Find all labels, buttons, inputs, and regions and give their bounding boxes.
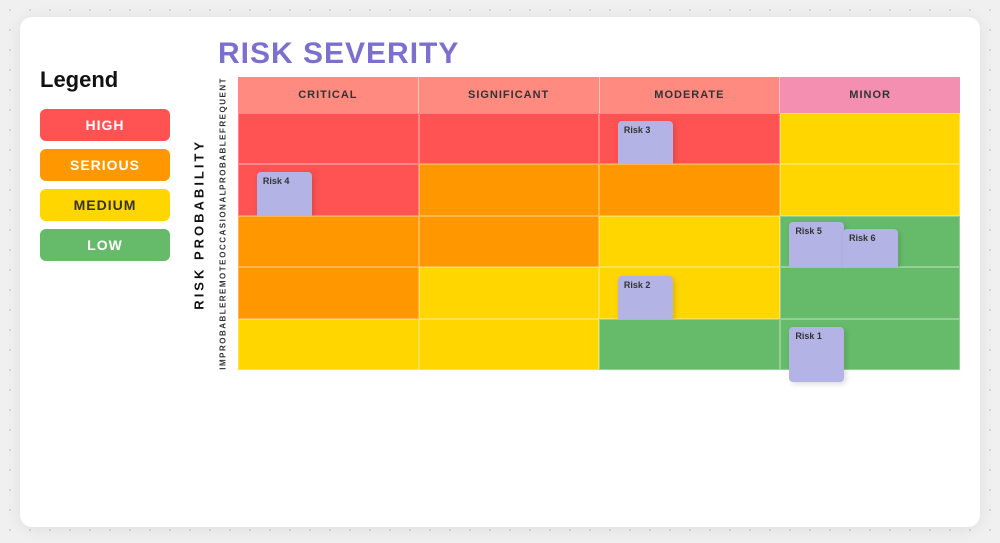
header-minor: MINOR (779, 77, 960, 113)
cell-remote-significant (419, 267, 600, 319)
matrix-title: RISK SEVERITY (190, 37, 960, 71)
header-significant: SIGNIFICANT (418, 77, 599, 113)
y-label-frequent: FREQUENT (208, 77, 238, 133)
y-row-labels: FREQUENT PROBABLE OCCASIONAL REMOTE IMPR… (208, 77, 238, 371)
legend-medium: MEDIUM (40, 189, 170, 221)
cell-remote-critical (238, 267, 419, 319)
grid-row-probable: Risk 4 (238, 164, 960, 216)
risk-card-1[interactable]: Risk 1 (789, 327, 844, 382)
cell-probable-moderate (599, 164, 780, 216)
cell-occasional-moderate (599, 216, 780, 268)
cell-remote-moderate: Risk 2 (599, 267, 780, 319)
grid-container: CRITICAL SIGNIFICANT MODERATE MINOR Risk… (238, 77, 960, 371)
y-label-improbable: IMPROBABLE (208, 301, 238, 370)
legend-high: HIGH (40, 109, 170, 141)
cell-frequent-minor (780, 113, 961, 165)
grid-rows: Risk 3 Risk 4 (238, 113, 960, 371)
cell-probable-critical: Risk 4 (238, 164, 419, 216)
cell-improbable-moderate (599, 319, 780, 371)
legend-serious: SERIOUS (40, 149, 170, 181)
cell-frequent-significant (419, 113, 600, 165)
grid-row-occasional: Risk 5 Risk 6 (238, 216, 960, 268)
cell-frequent-moderate: Risk 3 (599, 113, 780, 165)
cell-occasional-critical (238, 216, 419, 268)
cell-improbable-critical (238, 319, 419, 371)
cell-improbable-minor: Risk 1 (780, 319, 961, 371)
y-axis-main-label: RISK PROBABILITY (190, 77, 208, 371)
header-row: CRITICAL SIGNIFICANT MODERATE MINOR (238, 77, 960, 113)
legend-panel: Legend HIGH SERIOUS MEDIUM LOW (40, 37, 170, 261)
cell-occasional-significant (419, 216, 600, 268)
main-container: Legend HIGH SERIOUS MEDIUM LOW RISK SEVE… (20, 17, 980, 527)
cell-remote-minor (780, 267, 961, 319)
y-label-probable: PROBABLE (208, 133, 238, 190)
matrix-wrapper: RISK SEVERITY RISK PROBABILITY FREQUENT … (190, 37, 960, 371)
grid-row-improbable: Risk 1 (238, 319, 960, 371)
grid-row-frequent: Risk 3 (238, 113, 960, 165)
legend-low: LOW (40, 229, 170, 261)
matrix-area: RISK PROBABILITY FREQUENT PROBABLE OCCAS… (190, 77, 960, 371)
legend-title: Legend (40, 67, 170, 93)
y-axis-container: RISK PROBABILITY FREQUENT PROBABLE OCCAS… (190, 77, 238, 371)
cell-frequent-critical (238, 113, 419, 165)
grid-row-remote: Risk 2 (238, 267, 960, 319)
y-label-remote: REMOTE (208, 258, 238, 301)
cell-occasional-minor: Risk 5 Risk 6 (780, 216, 961, 268)
header-critical: CRITICAL (238, 77, 418, 113)
cell-improbable-significant (419, 319, 600, 371)
y-label-occasional: OCCASIONAL (208, 189, 238, 258)
cell-probable-significant (419, 164, 600, 216)
cell-probable-minor (780, 164, 961, 216)
header-moderate: MODERATE (599, 77, 780, 113)
